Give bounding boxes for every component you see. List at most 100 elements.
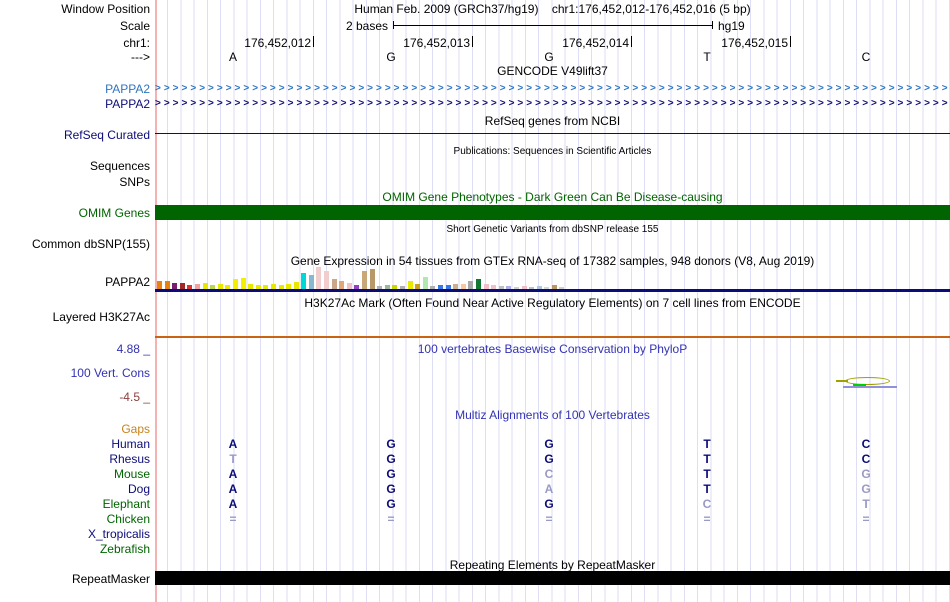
conservation-max: 4.88 _ bbox=[116, 342, 150, 356]
repeatmasker-bar[interactable] bbox=[155, 571, 950, 585]
gtex-tissue-bar[interactable] bbox=[316, 267, 322, 289]
gtex-tissue-bar[interactable] bbox=[164, 281, 170, 289]
coordinate-tick bbox=[313, 36, 314, 47]
assembly-name: Human Feb. 2009 (GRCh37/hg19) bbox=[354, 2, 539, 16]
direction-label: ---> bbox=[131, 50, 150, 64]
alignment-base: C bbox=[544, 467, 554, 481]
h3k27ac-line[interactable] bbox=[155, 336, 950, 338]
coordinate-label: 176,452,013 bbox=[403, 36, 470, 50]
scale-label: Scale bbox=[119, 19, 150, 33]
alignment-base: G bbox=[386, 452, 396, 466]
scale-value: 2 bases bbox=[345, 19, 388, 33]
gtex-tissue-bar[interactable] bbox=[362, 271, 368, 289]
gtex-tissue-bar[interactable] bbox=[157, 281, 162, 289]
alignment-base: = bbox=[862, 512, 870, 526]
gencode-transcript-label-1[interactable]: PAPPA2 bbox=[0, 82, 150, 96]
alignment-base: T bbox=[703, 452, 711, 466]
species-label-chicken[interactable]: Chicken bbox=[0, 512, 150, 526]
coordinate-tick bbox=[790, 36, 791, 47]
assembly-position-title: Human Feb. 2009 (GRCh37/hg19) chr1:176,4… bbox=[155, 2, 950, 16]
species-label-dog[interactable]: Dog bbox=[0, 482, 150, 496]
position-range: chr1:176,452,012-176,452,016 (5 bp) bbox=[551, 2, 751, 16]
alignment-base: G bbox=[544, 452, 554, 466]
coordinate-label: 176,452,015 bbox=[721, 36, 788, 50]
omim-genes-label[interactable]: OMIM Genes bbox=[0, 206, 150, 220]
alignment-base: G bbox=[386, 482, 396, 496]
alignment-base: G bbox=[861, 482, 871, 496]
species-label-gaps[interactable]: Gaps bbox=[0, 422, 150, 436]
gtex-tissue-bar[interactable] bbox=[468, 281, 474, 289]
coordinate-tick bbox=[472, 36, 473, 47]
alignment-base: T bbox=[703, 482, 711, 496]
gtex-tissue-bar[interactable] bbox=[240, 278, 246, 289]
reference-base: C bbox=[861, 50, 871, 64]
snps-label[interactable]: SNPs bbox=[0, 175, 150, 189]
gtex-tissue-bar[interactable] bbox=[422, 277, 428, 289]
coordinate-label: 176,452,012 bbox=[244, 36, 311, 50]
alignment-base: G bbox=[861, 467, 871, 481]
gtex-tissue-bar[interactable] bbox=[339, 281, 345, 289]
species-label-rhesus[interactable]: Rhesus bbox=[0, 452, 150, 466]
omim-gene-bar[interactable] bbox=[155, 205, 950, 220]
refseq-line[interactable] bbox=[155, 133, 950, 134]
gtex-tissue-bar[interactable] bbox=[232, 279, 238, 289]
alignment-base: T bbox=[229, 452, 237, 466]
dbsnp-label[interactable]: Common dbSNP(155) bbox=[0, 237, 150, 251]
sequences-label[interactable]: Sequences bbox=[0, 159, 150, 173]
gtex-tissue-bar[interactable] bbox=[407, 281, 413, 289]
gtex-tissue-bar[interactable] bbox=[308, 275, 314, 289]
species-label-mouse[interactable]: Mouse bbox=[0, 467, 150, 481]
gtex-tissue-bar[interactable] bbox=[301, 273, 307, 289]
publications-title: Publications: Sequences in Scientific Ar… bbox=[453, 146, 652, 157]
coordinate-label: 176,452,014 bbox=[562, 36, 629, 50]
alignment-base: = bbox=[229, 512, 237, 526]
gencode-transcript-2[interactable]: >>>>>>>>>>>>>>>>>>>>>>>>>>>>>>>>>>>>>>>>… bbox=[155, 97, 950, 110]
species-label-human[interactable]: Human bbox=[0, 437, 150, 451]
dbsnp-title: Short Genetic Variants from dbSNP releas… bbox=[446, 224, 659, 235]
omim-title: OMIM Gene Phenotypes - Dark Green Can Be… bbox=[382, 190, 723, 204]
window-position-label: Window Position bbox=[61, 2, 150, 16]
gencode-transcript-label-2[interactable]: PAPPA2 bbox=[0, 97, 150, 111]
alignment-base: = bbox=[387, 512, 395, 526]
repeatmasker-label[interactable]: RepeatMasker bbox=[0, 572, 150, 586]
assembly-short: hg19 bbox=[718, 19, 745, 33]
gencode-transcript-1[interactable]: >>>>>>>>>>>>>>>>>>>>>>>>>>>>>>>>>>>>>>>>… bbox=[155, 82, 950, 95]
h3k27ac-title: H3K27Ac Mark (Often Found Near Active Re… bbox=[304, 296, 801, 310]
gtex-bar-chart[interactable] bbox=[157, 267, 567, 289]
refseq-curated-label[interactable]: RefSeq Curated bbox=[0, 128, 150, 142]
gtex-tissue-bar[interactable] bbox=[331, 279, 337, 289]
gtex-baseline bbox=[155, 289, 950, 292]
gtex-tissue-bar[interactable] bbox=[324, 271, 330, 289]
alignment-base: T bbox=[703, 467, 711, 481]
reference-base: A bbox=[228, 50, 237, 64]
alignment-base: G bbox=[386, 437, 396, 451]
multiz-title: Multiz Alignments of 100 Vertebrates bbox=[455, 408, 650, 422]
alignment-base: G bbox=[544, 497, 554, 511]
gencode-title: GENCODE V49lift37 bbox=[497, 64, 608, 78]
gtex-tissue-bar[interactable] bbox=[475, 279, 481, 289]
reference-base: T bbox=[703, 50, 711, 64]
reference-base: G bbox=[544, 50, 554, 64]
alignment-base: T bbox=[703, 437, 711, 451]
gtex-tissue-bar[interactable] bbox=[293, 282, 299, 289]
alignment-base: = bbox=[703, 512, 711, 526]
chrom-label: chr1: bbox=[123, 36, 150, 50]
repeatmasker-title: Repeating Elements by RepeatMasker bbox=[449, 558, 656, 572]
scale-ruler bbox=[393, 21, 713, 29]
conservation-title: 100 vertebrates Basewise Conservation by… bbox=[417, 342, 688, 356]
genome-browser: Window Position Human Feb. 2009 (GRCh37/… bbox=[0, 0, 950, 602]
alignment-base: G bbox=[544, 437, 554, 451]
coordinate-tick bbox=[631, 36, 632, 47]
conservation-label[interactable]: 100 Vert. Cons bbox=[0, 366, 150, 380]
alignment-base: A bbox=[228, 482, 238, 496]
gtex-tissue-bar[interactable] bbox=[369, 269, 375, 289]
species-label-elephant[interactable]: Elephant bbox=[0, 497, 150, 511]
h3k27ac-label[interactable]: Layered H3K27Ac bbox=[0, 310, 150, 324]
refseq-title: RefSeq genes from NCBI bbox=[484, 114, 621, 128]
alignment-base: A bbox=[228, 437, 238, 451]
conservation-min: -4.5 _ bbox=[119, 390, 150, 404]
species-label-zebrafish[interactable]: Zebrafish bbox=[0, 542, 150, 556]
gtex-gene-label[interactable]: PAPPA2 bbox=[0, 275, 150, 289]
species-label-x_tropicalis[interactable]: X_tropicalis bbox=[0, 527, 150, 541]
alignment-base: = bbox=[545, 512, 553, 526]
